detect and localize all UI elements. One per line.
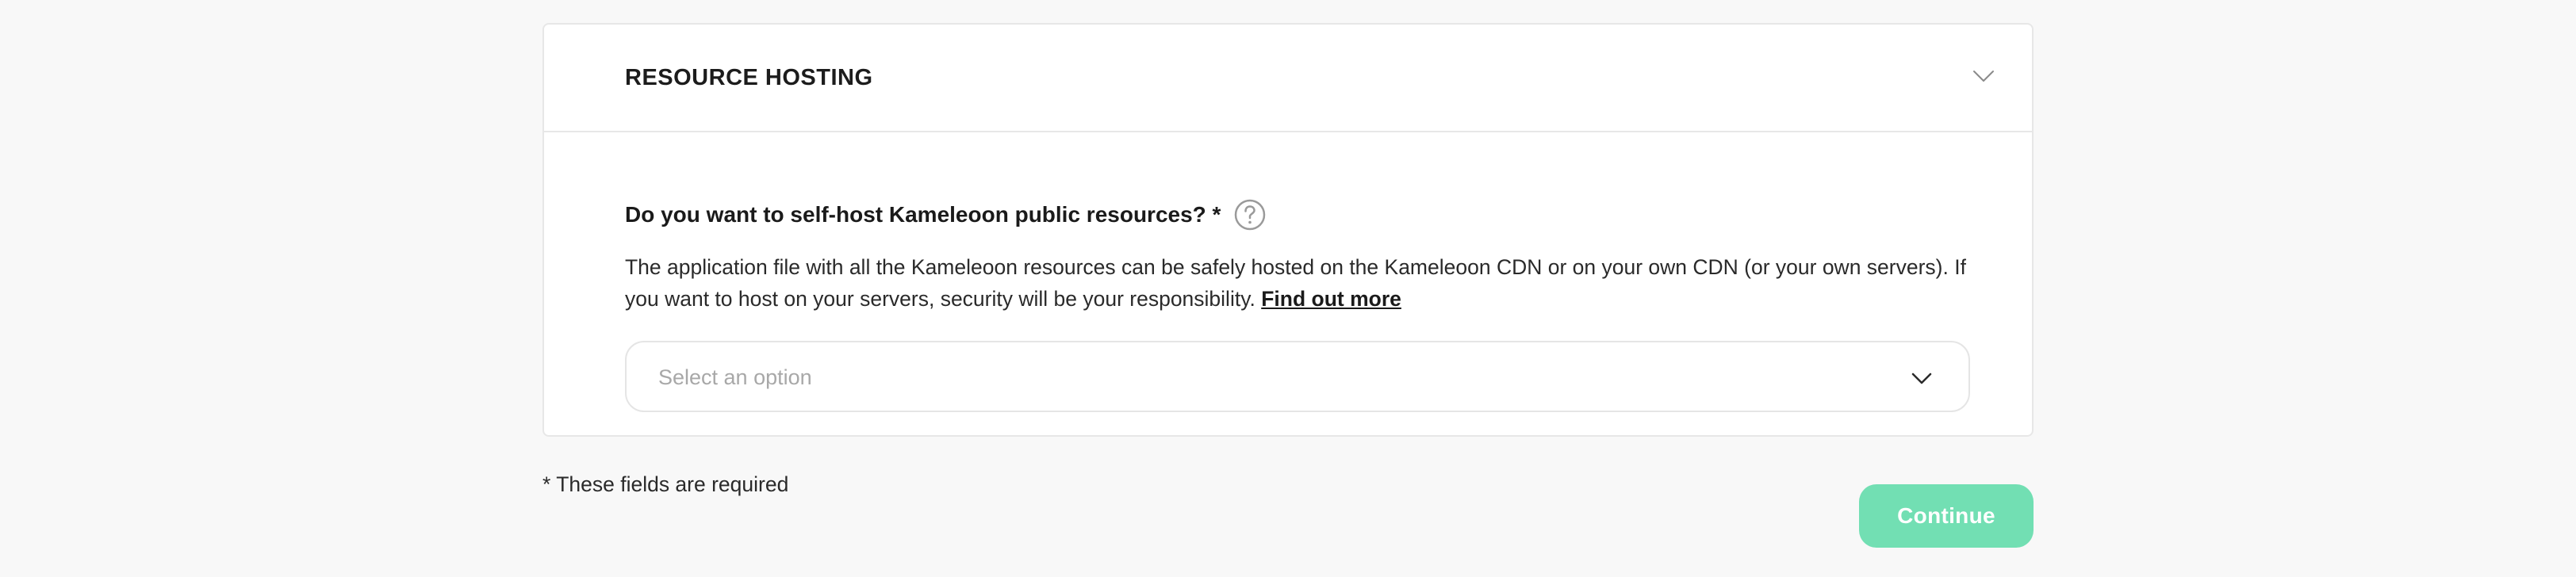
resource-hosting-header[interactable]: RESOURCE HOSTING <box>544 25 2032 132</box>
section-title: RESOURCE HOSTING <box>625 65 873 90</box>
question-mark-circle-icon[interactable] <box>1233 198 1267 231</box>
select-placeholder: Select an option <box>658 365 812 389</box>
continue-button[interactable]: Continue <box>1859 484 2034 548</box>
resource-hosting-card: RESOURCE HOSTING Do you want to self-hos… <box>542 23 2034 437</box>
chevron-down-icon[interactable] <box>1970 63 1997 90</box>
question-label: Do you want to self-host Kameleoon publi… <box>625 202 1221 227</box>
question-row: Do you want to self-host Kameleoon publi… <box>625 197 1267 232</box>
find-out-more-link[interactable]: Find out more <box>1261 287 1401 311</box>
chevron-down-icon <box>1911 373 1932 384</box>
self-host-select[interactable]: Select an option <box>625 341 1970 412</box>
required-fields-note: * These fields are required <box>542 472 789 496</box>
description: The application file with all the Kamele… <box>625 251 1973 315</box>
